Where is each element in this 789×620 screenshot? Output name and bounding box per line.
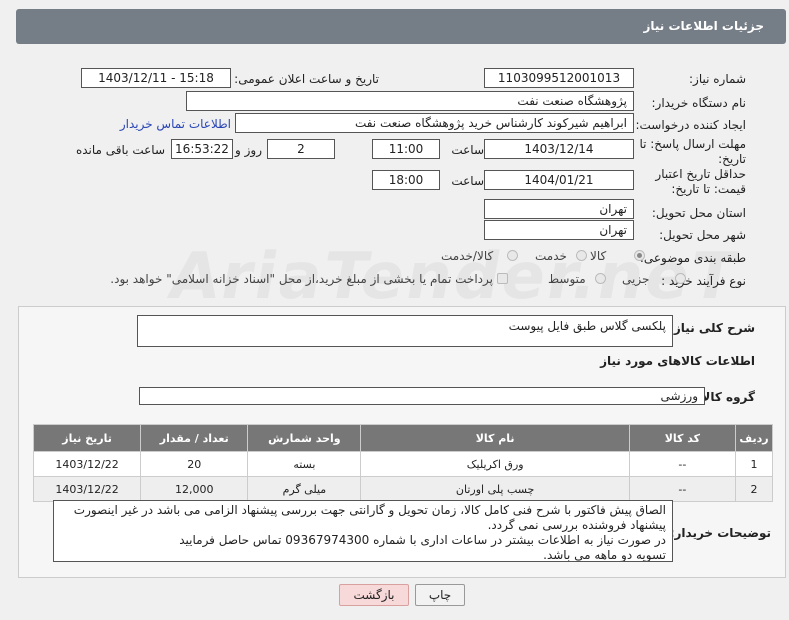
page-header: جزئیات اطلاعات نیاز: [16, 9, 786, 44]
buyer-note-line: تسویه دو ماهه می باشد.: [543, 548, 666, 562]
col-row-header: ردیف: [734, 424, 774, 452]
validity-label: حداقل تاریخ اعتبار قیمت: تا تاریخ:: [655, 167, 746, 196]
page-title: جزئیات اطلاعات نیاز: [643, 19, 764, 33]
deadline-time-field: 11:00: [372, 139, 440, 159]
need-number-field: 1103099512001013: [484, 68, 634, 88]
category-option-goods: کالا: [590, 249, 607, 263]
summary-label: شرح کلی نیاز:: [669, 321, 755, 335]
remaining-label: ساعت باقی مانده: [75, 143, 165, 157]
cell-name: چسب پلی اورتان: [360, 476, 630, 502]
goods-info-title: اطلاعات کالاهای مورد نیاز: [600, 354, 755, 368]
back-button[interactable]: بازگشت: [339, 584, 409, 606]
cell-qty: 20: [140, 451, 249, 477]
cell-qty: 12,000: [140, 476, 249, 502]
col-date-header: تاریخ نیاز: [32, 424, 142, 452]
cell-date: 1403/12/22: [32, 451, 142, 477]
buyer-note-line: در صورت نیاز به اطلاعات بیشتر در ساعات ا…: [179, 533, 666, 547]
cell-date: 1403/12/22: [32, 476, 142, 502]
category-option-service: خدمت: [535, 249, 567, 263]
remaining-time-field: 16:53:22: [171, 139, 233, 159]
cell-unit: بسته: [247, 451, 362, 477]
table-row: 2 -- چسب پلی اورتان میلی گرم 12,000 1403…: [32, 476, 774, 502]
goods-group-field: ورزشی: [139, 387, 705, 405]
cell-code: --: [628, 476, 736, 502]
days-field: 2: [267, 139, 335, 159]
process-radio-minor[interactable]: [675, 273, 686, 284]
cell-row: 2: [734, 476, 774, 502]
buyer-contact-link[interactable]: اطلاعات تماس خریدار: [120, 117, 231, 131]
col-code-header: کد کالا: [628, 424, 736, 452]
process-radio-medium[interactable]: [595, 273, 606, 284]
need-number-label: شماره نیاز:: [689, 72, 746, 86]
deadline-time-label: ساعت: [451, 143, 484, 157]
days-label: روز و: [235, 143, 262, 157]
category-option-goods-service: کالا/خدمت: [441, 249, 494, 263]
buyer-notes-label: توضیحات خریدار:: [669, 526, 771, 540]
city-field: تهران: [484, 220, 634, 240]
cell-row: 1: [734, 451, 774, 477]
category-radio-goods[interactable]: [634, 250, 645, 261]
payment-note: پرداخت تمام یا بخشی از مبلغ خرید،از محل …: [110, 272, 493, 286]
cell-unit: میلی گرم: [247, 476, 362, 502]
summary-field: پلکسی گلاس طبق فایل پیوست: [137, 315, 673, 347]
table-row: 1 -- ورق اکریلیک بسته 20 1403/12/22: [32, 451, 774, 477]
buyer-notes-field: الصاق پیش فاکتور با شرح فنی کامل کالا، ز…: [53, 500, 673, 562]
validity-date-field: 1404/01/21: [484, 170, 634, 190]
payment-checkbox[interactable]: [497, 273, 508, 284]
validity-time-label: ساعت: [451, 174, 484, 188]
deadline-label: مهلت ارسال پاسخ: تا تاریخ:: [639, 137, 746, 166]
category-radio-goods-service[interactable]: [507, 250, 518, 261]
col-unit-header: واحد شمارش: [247, 424, 362, 452]
process-label: نوع فرآیند خرید :: [661, 274, 746, 288]
process-option-minor: جزیی: [622, 272, 650, 286]
goods-group-label: گروه کالا:: [696, 390, 755, 404]
province-field: تهران: [484, 199, 634, 219]
category-label: طبقه بندی موضوعی:: [639, 251, 746, 265]
print-button[interactable]: چاپ: [415, 584, 465, 606]
announce-field: 1403/12/11 - 15:18: [81, 68, 231, 88]
category-radio-service[interactable]: [576, 250, 587, 261]
col-qty-header: تعداد / مقدار: [140, 424, 249, 452]
process-option-medium: متوسط: [548, 272, 586, 286]
table-header-row: ردیف کد کالا نام کالا واحد شمارش تعداد /…: [32, 424, 774, 452]
creator-field: ابراهیم شیرکوند کارشناس خرید پژوهشگاه صن…: [235, 113, 634, 133]
goods-table: ردیف کد کالا نام کالا واحد شمارش تعداد /…: [32, 424, 774, 502]
creator-label: ایجاد کننده درخواست:: [635, 118, 746, 132]
buyer-note-line: الصاق پیش فاکتور با شرح فنی کامل کالا، ز…: [73, 503, 666, 532]
cell-name: ورق اکریلیک: [360, 451, 630, 477]
announce-label: تاریخ و ساعت اعلان عمومی:: [234, 72, 379, 86]
cell-code: --: [628, 451, 736, 477]
col-name-header: نام کالا: [360, 424, 630, 452]
buyer-org-field: پژوهشگاه صنعت نفت: [186, 91, 634, 111]
city-label: شهر محل تحویل:: [659, 228, 746, 242]
deadline-date-field: 1403/12/14: [484, 139, 634, 159]
province-label: استان محل تحویل:: [651, 206, 746, 220]
validity-time-field: 18:00: [372, 170, 440, 190]
buyer-org-label: نام دستگاه خریدار:: [651, 96, 747, 110]
